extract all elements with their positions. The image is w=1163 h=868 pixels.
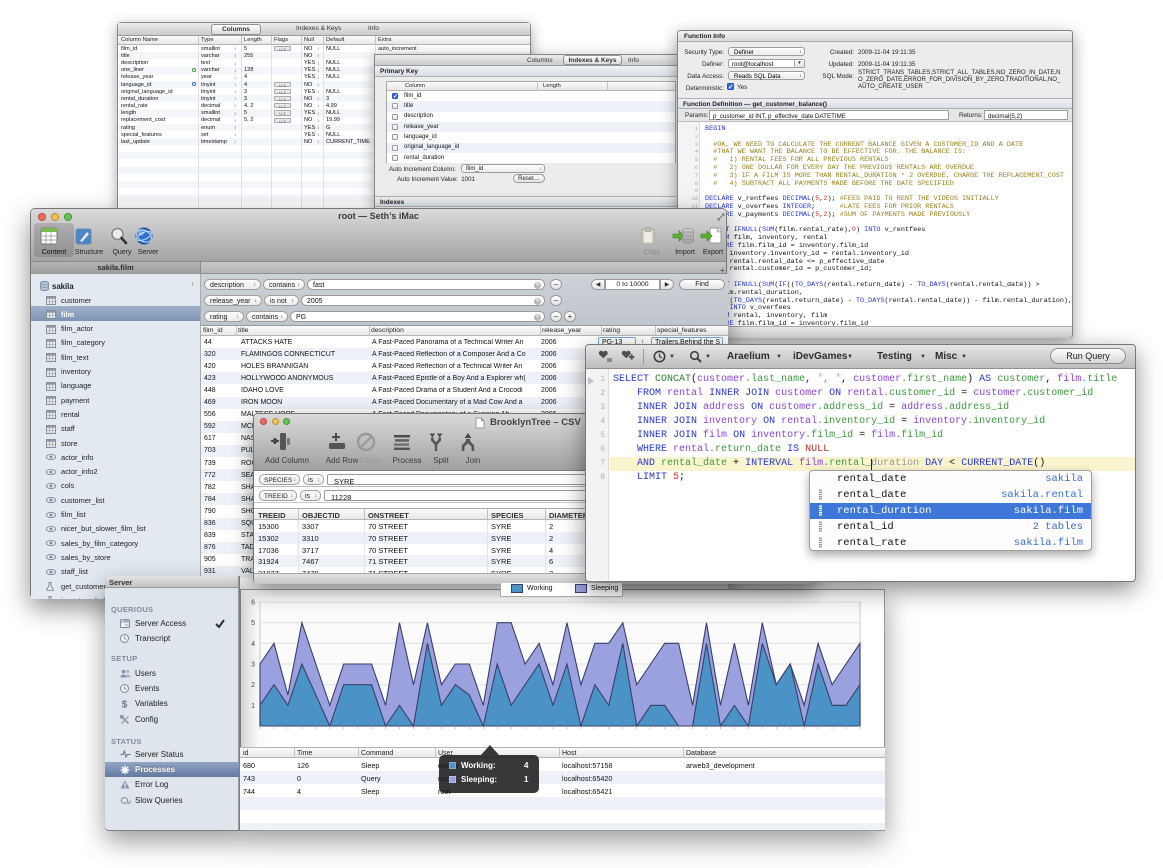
svg-text:6: 6 [251, 600, 255, 607]
svg-text:3: 3 [251, 662, 255, 669]
svg-text:5: 5 [251, 620, 255, 627]
svg-text:1: 1 [251, 703, 255, 710]
svg-text:$: $ [122, 700, 128, 710]
svg-text:2: 2 [251, 682, 255, 689]
svg-text:4: 4 [251, 641, 255, 648]
